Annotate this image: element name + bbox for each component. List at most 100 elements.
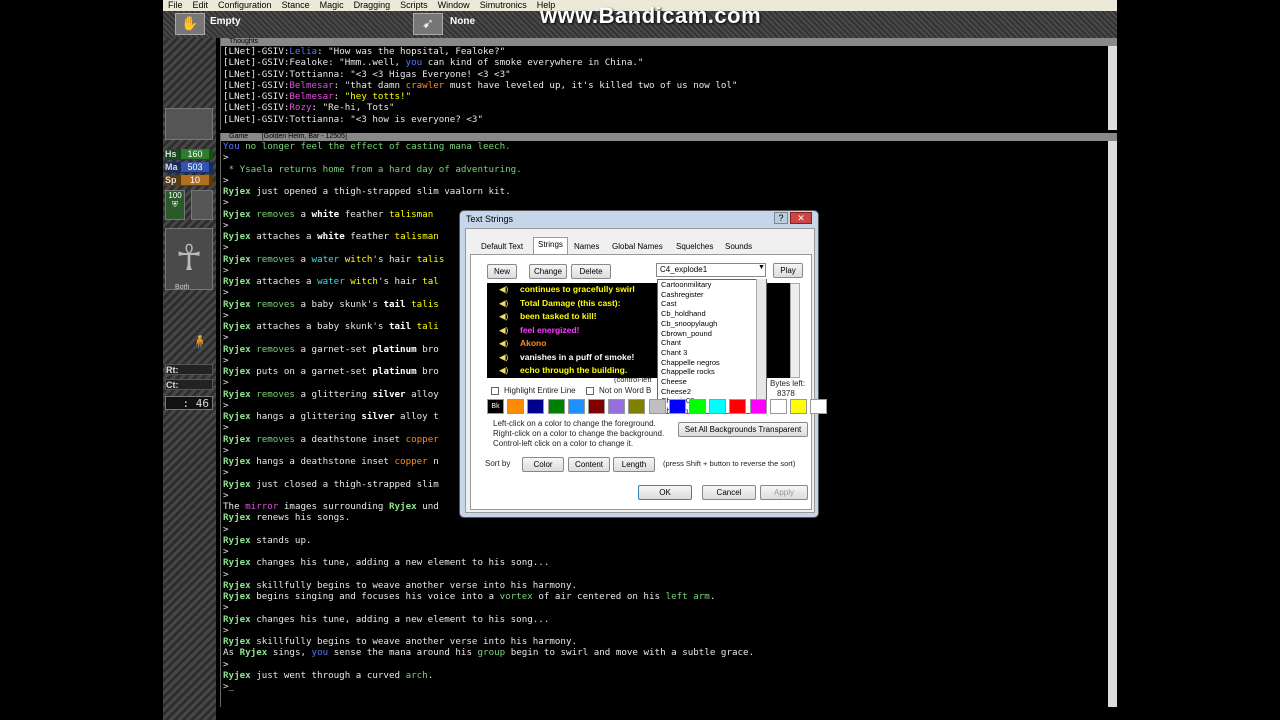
ok-button[interactable]: OK (638, 485, 692, 500)
sound-select[interactable]: C4_explode1 (656, 263, 766, 277)
color-swatch[interactable] (810, 399, 828, 414)
menu-item-scripts[interactable]: Scripts (395, 0, 433, 11)
menu-item-window[interactable]: Window (433, 0, 475, 11)
right-hand-icon[interactable]: ➹ (413, 13, 443, 35)
color-swatch[interactable] (507, 399, 525, 414)
chevron-down-icon[interactable]: ▼ (758, 264, 765, 271)
color-swatch[interactable]: Bk (487, 399, 504, 414)
sound-option[interactable]: Chant 3 (661, 348, 766, 358)
menu-item-file[interactable]: File (163, 0, 188, 11)
menu-item-stance[interactable]: Stance (277, 0, 315, 11)
set-all-backgrounds-transparent-button[interactable]: Set All Backgrounds Transparent (678, 422, 808, 437)
color-swatch[interactable] (749, 399, 767, 414)
sound-option[interactable]: Cartoonmilitary (661, 280, 766, 290)
thoughts-scrollbar[interactable] (1108, 46, 1117, 130)
injury-mode-label: Both (175, 284, 190, 291)
color-swatch[interactable] (668, 399, 686, 414)
tab-names[interactable]: Names (569, 239, 604, 254)
stance-shield-icon[interactable]: 100 ⛨ (165, 190, 185, 220)
sound-option[interactable]: Chappelle rocks (661, 367, 766, 377)
timer-display: : 46 (165, 396, 213, 410)
color-swatch[interactable] (729, 399, 747, 414)
thought-line: [LNet]-GSIV:Belmesar: "hey totts!" (223, 91, 412, 103)
color-swatch[interactable] (689, 399, 706, 414)
menu-item-configuration[interactable]: Configuration (213, 0, 277, 11)
tab-strings[interactable]: Strings (533, 237, 568, 254)
color-swatch[interactable] (547, 399, 565, 414)
menu-item-magic[interactable]: Magic (315, 0, 349, 11)
sound-option[interactable]: Cb_snoopylaugh (661, 319, 766, 329)
change-button[interactable]: Change (529, 264, 567, 279)
color-swatch[interactable] (608, 399, 626, 414)
cancel-button[interactable]: Cancel (702, 485, 756, 500)
color-swatch[interactable] (527, 399, 545, 414)
sound-dropdown-list[interactable]: Cartoonmilitary Cashregister Cast Cb_holdha… (657, 279, 767, 414)
help-line-1: Left-click on a color to change the fore… (493, 419, 656, 428)
help-button[interactable]: ? (774, 212, 788, 224)
sound-option[interactable]: Cheese2 (661, 387, 766, 397)
sort-length-button[interactable]: Length (613, 457, 655, 472)
color-swatch[interactable] (709, 399, 727, 414)
menu-item-dragging[interactable]: Dragging (349, 0, 396, 11)
color-swatch[interactable] (628, 399, 646, 414)
close-button[interactable]: ✕ (790, 212, 812, 224)
thoughts-log: [LNet]-GSIV:Lelia: "How was the hopsital… (221, 46, 1117, 125)
tab-global-names[interactable]: Global Names (607, 239, 668, 254)
sort-content-button[interactable]: Content (568, 457, 610, 472)
menu-item-edit[interactable]: Edit (188, 0, 214, 11)
game-line: > (223, 174, 229, 186)
game-line: Ryjex changes his tune, adding a new ele… (223, 557, 550, 569)
delete-button[interactable]: Delete (571, 264, 611, 279)
color-swatch[interactable] (567, 399, 585, 414)
strings-tab-panel: New Change Delete C4_explode1 ▼ Play ◀) c… (470, 254, 828, 510)
mana-bar: Ma 503 (165, 162, 213, 173)
color-swatch[interactable] (790, 399, 807, 414)
thought-line: [LNet]-GSIV:Tottianna: "<3 <3 Higas Ever… (223, 68, 511, 80)
new-button[interactable]: New (487, 264, 517, 279)
game-line: Ryjex skillfully begins to weave another… (223, 579, 578, 591)
sound-option[interactable]: Cheese (661, 377, 766, 387)
preview-scrollbar[interactable] (790, 283, 800, 378)
sound-option[interactable]: Cashregister (661, 290, 766, 300)
play-button[interactable]: Play (773, 263, 803, 278)
color-swatch[interactable] (648, 399, 666, 414)
status-panel: Hs 160 Ma 503 Sp 10 100 ⛨ ☥ Both 🧍 Rt: Ct: :… (163, 38, 216, 720)
menu-item-simutronics[interactable]: Simutronics (475, 0, 532, 11)
game-line: Ryjex skillfully begins to weave another… (223, 636, 578, 647)
speaker-icon: ◀) (499, 351, 509, 362)
game-line: > (223, 602, 229, 614)
dropdown-scrollbar[interactable] (756, 279, 766, 414)
tab-squelches[interactable]: Squelches (671, 239, 718, 254)
game-line: > (223, 523, 229, 535)
tab-default-text[interactable]: Default Text (476, 239, 528, 254)
thought-line: [LNet]-GSIV:Fealoke: "Hmm..well, you can… (223, 57, 644, 69)
color-swatch[interactable] (588, 399, 605, 414)
game-scrollbar[interactable] (1108, 141, 1117, 707)
body-injuries-icon[interactable]: ☥ (165, 228, 213, 290)
sound-option[interactable]: Cbrown_pound (661, 329, 766, 339)
color-swatch[interactable] (769, 399, 787, 414)
game-line: Ryjex just went through a curved arch. (223, 669, 434, 681)
spirit-bar: Sp 10 (165, 175, 213, 186)
compass-icon[interactable] (165, 108, 213, 140)
game-line: > (223, 197, 229, 209)
game-line: As Ryjex sings, you sense the mana aroun… (223, 647, 755, 659)
sound-option[interactable]: Cast (661, 299, 766, 309)
thoughts-window-title: Thoughts (221, 38, 1117, 46)
health-bar: Hs 160 (165, 149, 213, 160)
left-hand-icon[interactable]: ✋ (175, 13, 205, 35)
highlight-entire-line-checkbox[interactable] (491, 387, 499, 395)
roundtime-bar: Rt: (165, 364, 213, 375)
speaker-icon: ◀) (499, 284, 509, 294)
sound-option[interactable]: Chant (661, 338, 766, 348)
apply-button[interactable]: Apply (760, 485, 808, 500)
sort-color-button[interactable]: Color (522, 457, 564, 472)
sound-option[interactable]: Cb_holdhand (661, 309, 766, 319)
sound-option[interactable]: Chappelle negros (661, 358, 766, 368)
game-line: > (223, 658, 229, 670)
casttime-bar: Ct: (165, 379, 213, 390)
thought-line: [LNet]-GSIV:Rozy: "Re-hi, Tots" (223, 102, 395, 114)
tab-sounds[interactable]: Sounds (720, 239, 757, 254)
not-on-word-boundary-checkbox[interactable] (586, 387, 594, 395)
help-line-2: Right-click on a color to change the bac… (493, 429, 665, 438)
